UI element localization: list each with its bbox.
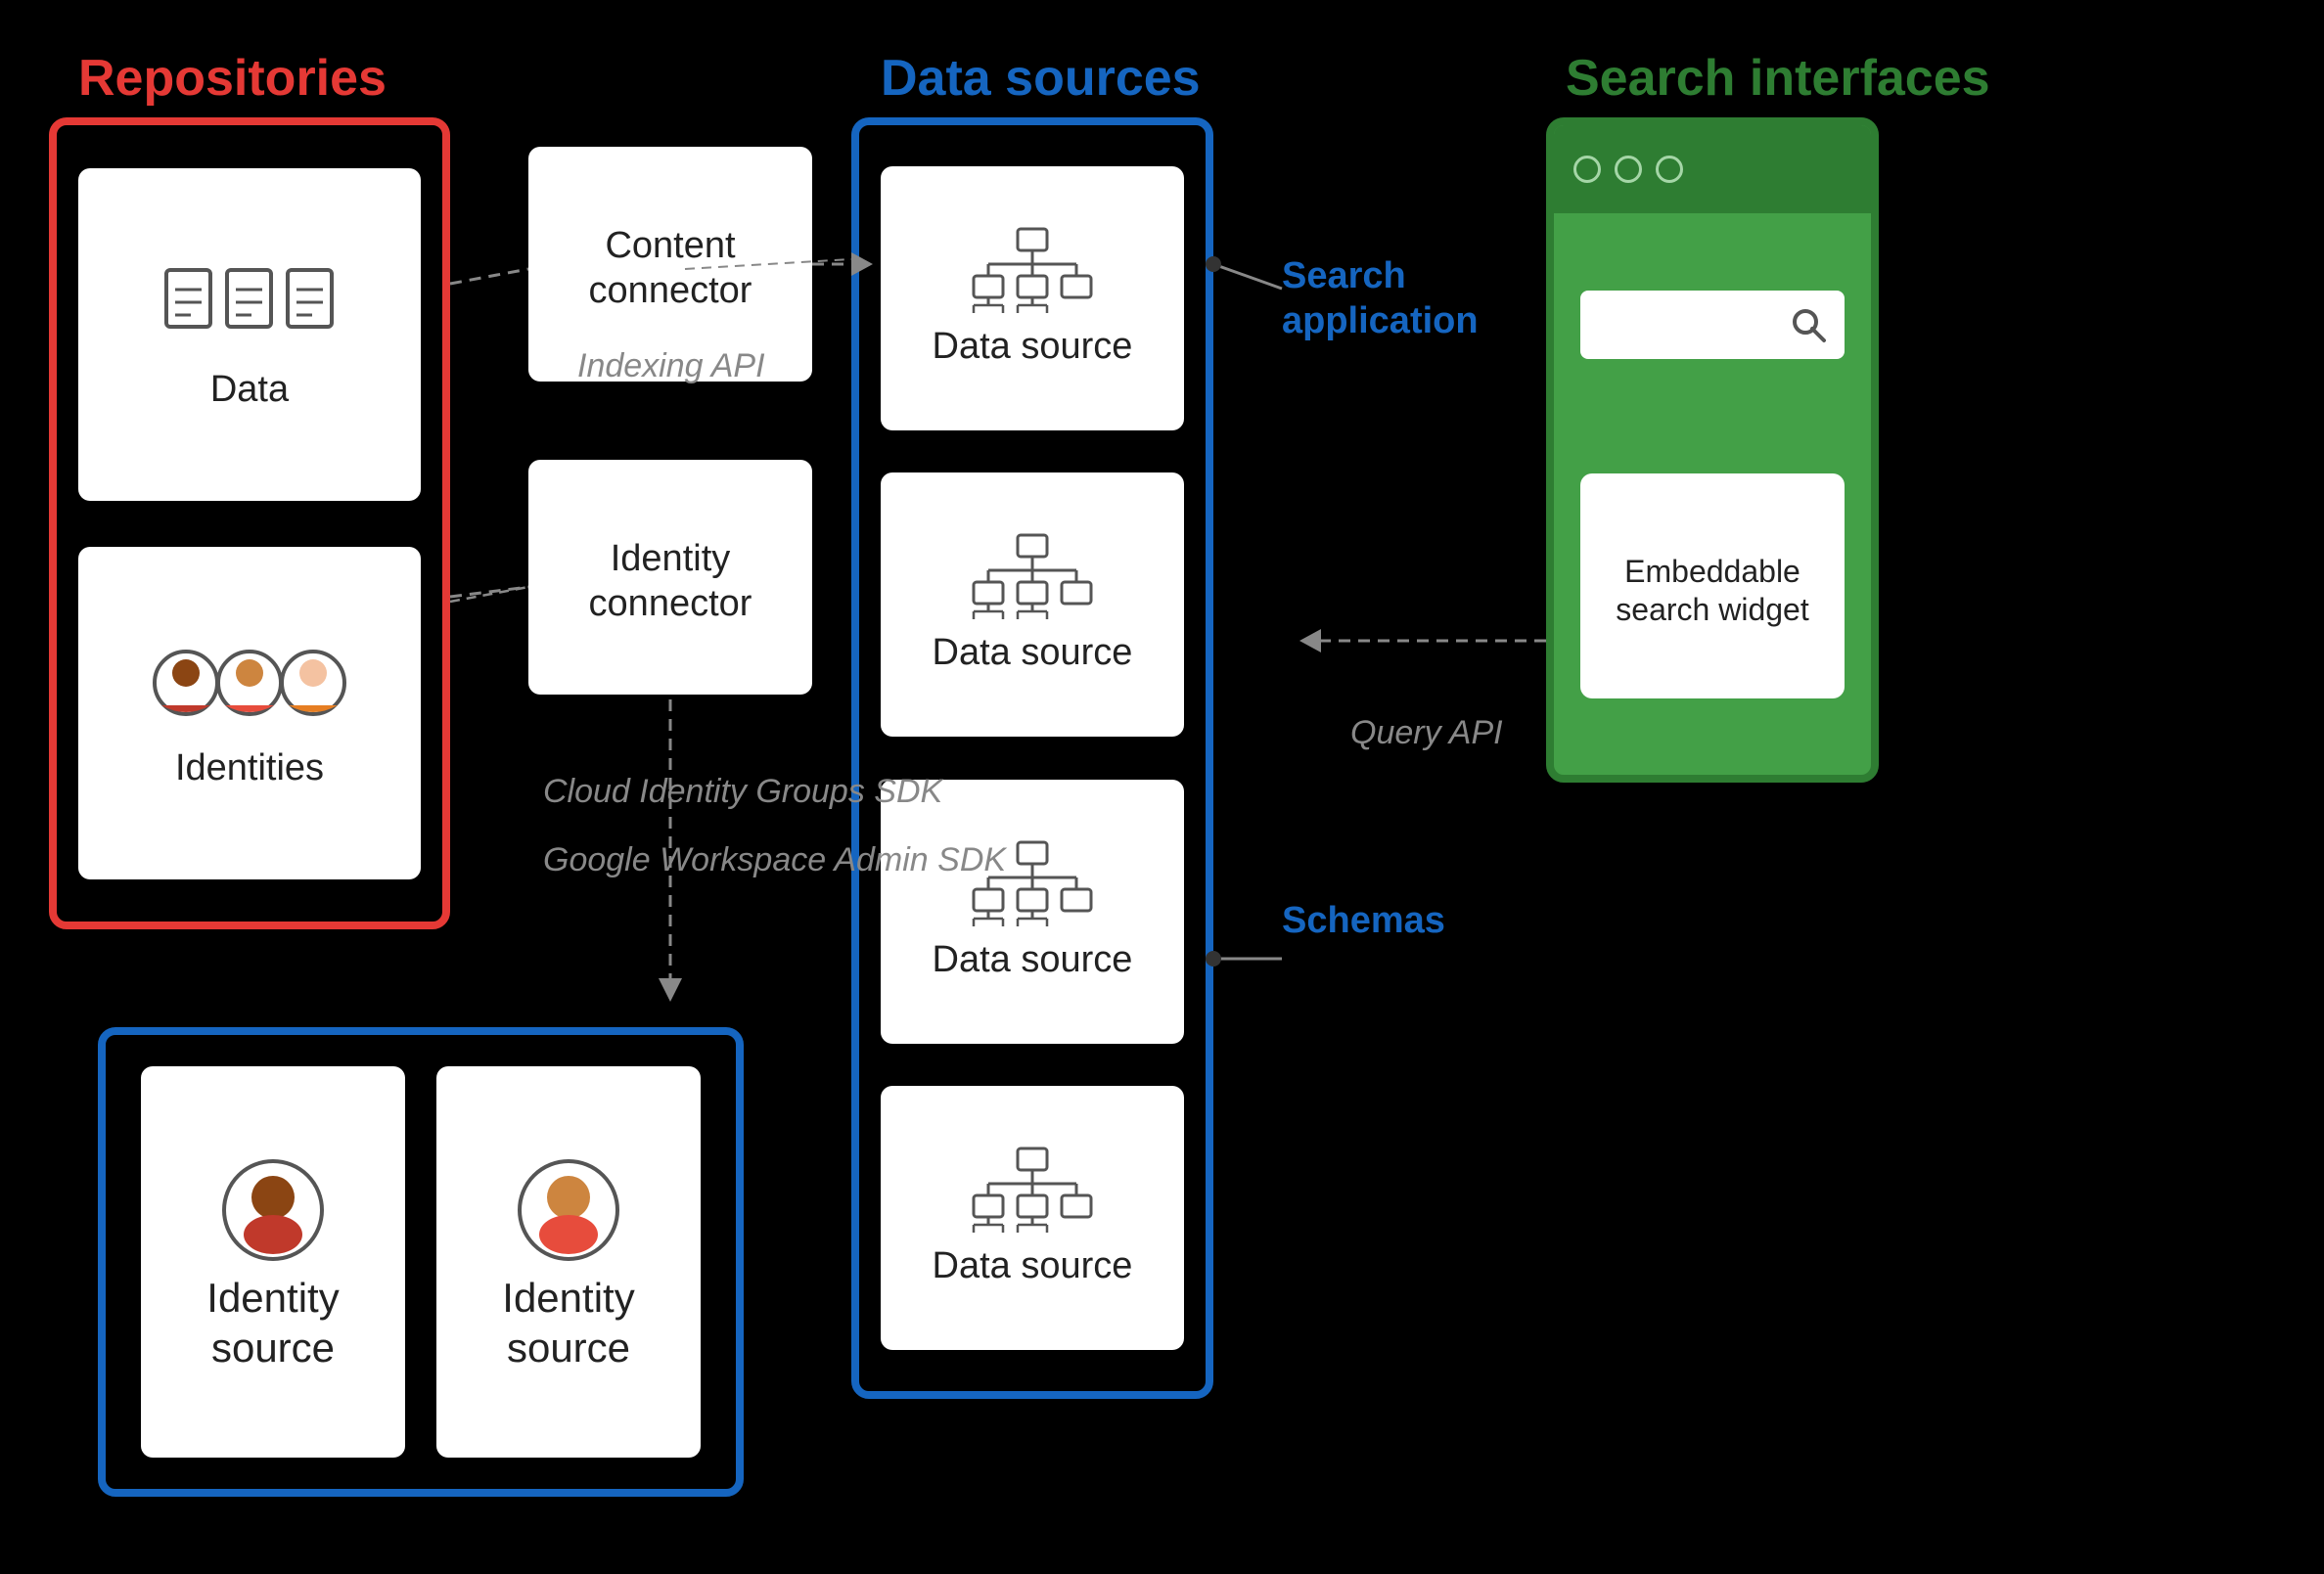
search-green-header xyxy=(1554,125,1871,213)
search-inner-content: Embeddable search widget xyxy=(1554,213,1871,775)
data-source-label-3: Data source xyxy=(933,938,1133,983)
data-box: Data xyxy=(78,168,421,501)
repositories-label: Repositories xyxy=(78,49,387,108)
identities-label: Identities xyxy=(175,746,324,791)
dot-1 xyxy=(1573,156,1601,183)
identity-connector-box: Identity connector xyxy=(528,460,812,695)
embeddable-search-widget: Embeddable search widget xyxy=(1580,473,1845,698)
schemas-label: Schemas xyxy=(1282,900,1445,942)
identity-source-1: Identity source xyxy=(141,1066,405,1458)
dot-3 xyxy=(1656,156,1683,183)
content-connector-label: Content connector xyxy=(548,224,793,313)
identity-face-1-svg xyxy=(219,1156,327,1264)
data-source-1: Data source xyxy=(881,166,1184,430)
cloud-identity-label: Cloud Identity Groups SDK xyxy=(543,773,942,811)
data-source-label-2: Data source xyxy=(933,631,1133,676)
datasources-box: Data source xyxy=(851,117,1213,1399)
embeddable-label: Embeddable search widget xyxy=(1580,538,1845,643)
org-chart-1 xyxy=(969,227,1096,315)
data-icons xyxy=(161,260,338,358)
identity-source-label-1: Identity source xyxy=(156,1274,390,1372)
query-api-label: Query API xyxy=(1350,714,1503,752)
face-icons-svg xyxy=(152,639,347,737)
document-icons xyxy=(161,260,338,358)
org-chart-2 xyxy=(969,533,1096,621)
dot-2 xyxy=(1615,156,1642,183)
repositories-box: Data xyxy=(49,117,450,929)
data-source-label-1: Data source xyxy=(933,325,1133,370)
content-connector-box: Content connector xyxy=(528,147,812,382)
diagram-container: Repositories Data sources Search interfa… xyxy=(0,0,2324,1574)
search-application-label: Search application xyxy=(1282,254,1517,343)
identity-source-2: Identity source xyxy=(436,1066,701,1458)
search-label: Search interfaces xyxy=(1566,49,1990,108)
indexing-api-label: Indexing API xyxy=(577,347,765,385)
identity-source-label-2: Identity source xyxy=(451,1274,686,1372)
org-chart-4 xyxy=(969,1147,1096,1235)
identity-face-2-svg xyxy=(515,1156,622,1264)
data-source-3: Data source xyxy=(881,780,1184,1044)
identity-icons xyxy=(152,639,347,737)
identity-connector-label: Identity connector xyxy=(548,537,793,626)
search-icon xyxy=(1790,306,1827,343)
data-source-4: Data source xyxy=(881,1086,1184,1350)
search-bar-box xyxy=(1580,291,1845,359)
identities-box: Identities xyxy=(78,547,421,879)
datasources-label: Data sources xyxy=(881,49,1201,108)
google-workspace-label: Google Workspace Admin SDK xyxy=(543,841,1006,879)
data-source-2: Data source xyxy=(881,472,1184,737)
search-interfaces-box: Embeddable search widget xyxy=(1546,117,1879,783)
data-source-label-4: Data source xyxy=(933,1244,1133,1289)
data-label: Data xyxy=(210,368,289,413)
identity-sources-outer: Identity source Identity source xyxy=(98,1027,744,1497)
